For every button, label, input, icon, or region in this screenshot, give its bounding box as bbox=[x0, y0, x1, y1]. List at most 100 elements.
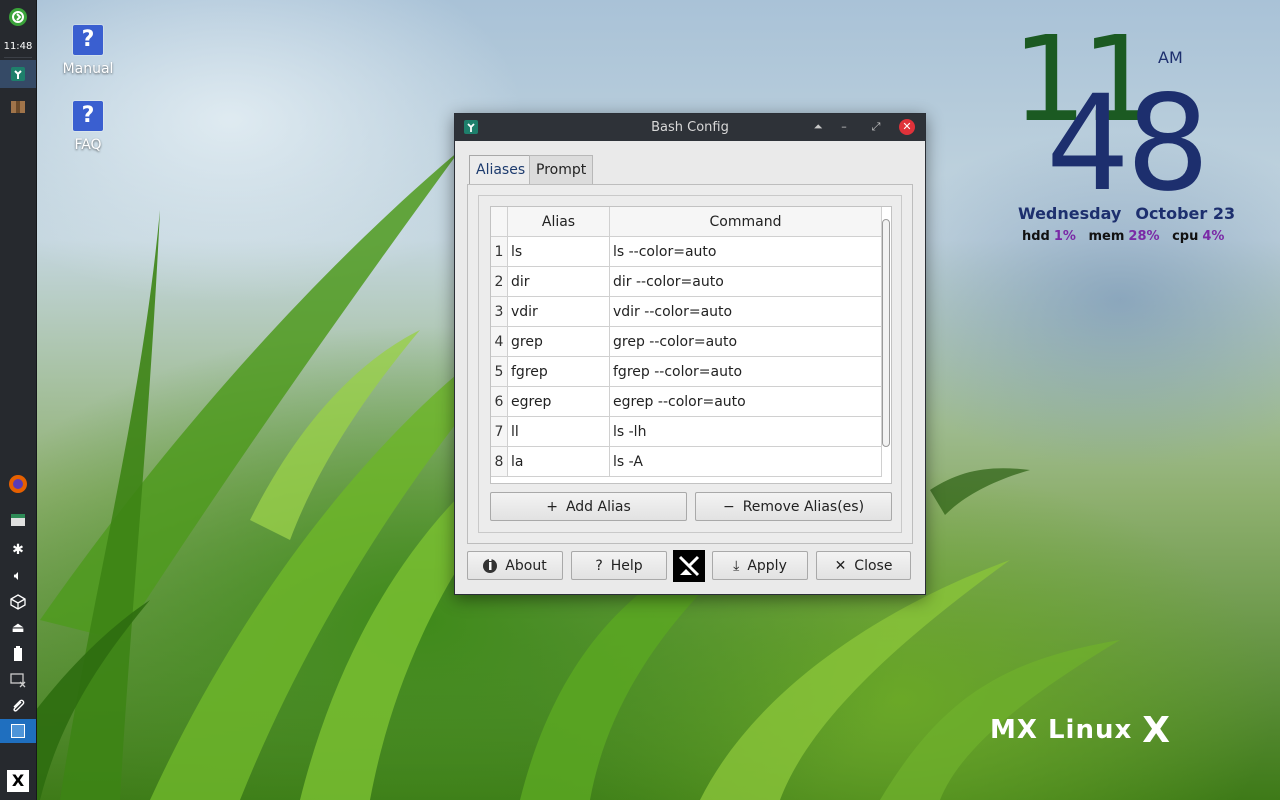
shade-button[interactable]: ⏶ bbox=[810, 119, 826, 135]
row-number: 8 bbox=[491, 446, 508, 477]
command-cell[interactable]: ls --color=auto bbox=[609, 236, 882, 267]
clock-weekday: Wednesday bbox=[1018, 204, 1122, 223]
command-cell[interactable]: ls -A bbox=[609, 446, 882, 477]
alias-cell[interactable]: ls bbox=[507, 236, 610, 267]
table-row[interactable]: 3 vdir vdir --color=auto bbox=[491, 296, 882, 327]
alias-cell[interactable]: grep bbox=[507, 326, 610, 357]
network-icon[interactable] bbox=[0, 667, 36, 693]
row-number: 3 bbox=[491, 296, 508, 327]
aliases-table[interactable]: Alias Command 1 ls ls --color=auto 2 dir dir… bbox=[490, 206, 892, 484]
bash-config-window: Bash Config ⏶ – ⤢ ✕ Aliases Prompt Alias… bbox=[454, 113, 926, 595]
stat-label: mem bbox=[1088, 229, 1125, 244]
download-icon: ⤓ bbox=[733, 557, 740, 574]
command-cell[interactable]: ls -lh bbox=[609, 416, 882, 447]
mx-logo-icon bbox=[673, 550, 705, 582]
table-row[interactable]: 4 grep grep --color=auto bbox=[491, 326, 882, 357]
mx-linux-logo: MX Linux X bbox=[990, 710, 1171, 751]
plus-icon: + bbox=[546, 498, 558, 515]
alias-cell[interactable]: fgrep bbox=[507, 356, 610, 387]
panel-separator bbox=[4, 57, 32, 58]
desktop-icon-manual[interactable]: ? Manual bbox=[48, 25, 128, 77]
app-menu-icon[interactable] bbox=[0, 4, 36, 30]
firefox-icon[interactable] bbox=[0, 471, 36, 497]
aliases-group: Alias Command 1 ls ls --color=auto 2 dir dir… bbox=[478, 195, 902, 533]
command-cell[interactable]: vdir --color=auto bbox=[609, 296, 882, 327]
alias-cell[interactable]: egrep bbox=[507, 386, 610, 417]
updater-icon[interactable] bbox=[0, 589, 36, 615]
row-number: 2 bbox=[491, 266, 508, 297]
maximize-button[interactable]: ⤢ bbox=[868, 119, 884, 135]
command-cell[interactable]: grep --color=auto bbox=[609, 326, 882, 357]
alias-cell[interactable]: ll bbox=[507, 416, 610, 447]
stat-value: 1% bbox=[1053, 229, 1076, 244]
panel-clock[interactable]: 11:48 bbox=[0, 33, 36, 59]
clock-monthday: October 23 bbox=[1135, 204, 1236, 223]
minus-icon: − bbox=[722, 498, 735, 515]
close-button[interactable]: ✕ Close bbox=[816, 551, 911, 580]
table-row[interactable]: 6 egrep egrep --color=auto bbox=[491, 386, 882, 417]
window-titlebar[interactable]: Bash Config ⏶ – ⤢ ✕ bbox=[455, 114, 925, 141]
command-cell[interactable]: fgrep --color=auto bbox=[609, 356, 882, 387]
close-label: Close bbox=[854, 557, 893, 574]
bluetooth-icon[interactable]: ✱ bbox=[0, 537, 36, 563]
row-number-header bbox=[491, 207, 508, 237]
close-icon: ✕ bbox=[834, 557, 847, 574]
command-cell[interactable]: dir --color=auto bbox=[609, 266, 882, 297]
stat-label: cpu bbox=[1172, 229, 1199, 244]
alias-cell[interactable]: vdir bbox=[507, 296, 610, 327]
table-header-row: Alias Command bbox=[491, 207, 882, 237]
desktop-icon-label: FAQ bbox=[74, 137, 102, 153]
question-icon: ? bbox=[595, 557, 603, 574]
remove-alias-label: Remove Alias(es) bbox=[742, 498, 865, 515]
table-row[interactable]: 5 fgrep fgrep --color=auto bbox=[491, 356, 882, 387]
tab-aliases[interactable]: Aliases bbox=[469, 155, 533, 184]
scrollbar-thumb[interactable] bbox=[882, 219, 890, 447]
volume-icon[interactable]: 🔈︎ bbox=[0, 563, 36, 589]
desktop-icon-label: Manual bbox=[62, 61, 114, 77]
row-number: 6 bbox=[491, 386, 508, 417]
file-manager-icon[interactable] bbox=[0, 507, 36, 533]
left-panel: 11:48 ✱ 🔈︎ ⏏ X bbox=[0, 0, 37, 800]
alias-cell[interactable]: dir bbox=[507, 266, 610, 297]
table-row[interactable]: 2 dir dir --color=auto bbox=[491, 266, 882, 297]
help-icon: ? bbox=[73, 25, 103, 55]
window-title: Bash Config bbox=[651, 120, 729, 135]
table-row[interactable]: 8 la ls -A bbox=[491, 446, 882, 477]
window-close-button[interactable]: ✕ bbox=[899, 119, 915, 135]
table-scrollbar[interactable] bbox=[881, 209, 890, 479]
desktop-icon-faq[interactable]: ? FAQ bbox=[48, 101, 128, 153]
help-button[interactable]: ? Help bbox=[571, 551, 667, 580]
clock-ampm: AM bbox=[1158, 48, 1183, 67]
clock-date: Wednesday October 23 bbox=[1018, 204, 1235, 223]
row-number: 1 bbox=[491, 236, 508, 267]
row-number: 4 bbox=[491, 326, 508, 357]
row-number: 5 bbox=[491, 356, 508, 387]
desktop: 11:48 ✱ 🔈︎ ⏏ X ? Manual ? FAQ 11 48 AM W… bbox=[0, 0, 1280, 800]
column-header-alias[interactable]: Alias bbox=[507, 207, 610, 237]
remove-alias-button[interactable]: − Remove Alias(es) bbox=[695, 492, 892, 521]
command-cell[interactable]: egrep --color=auto bbox=[609, 386, 882, 417]
minimize-button[interactable]: – bbox=[836, 119, 852, 135]
tab-prompt[interactable]: Prompt bbox=[529, 155, 594, 184]
mx-logo-panel-icon[interactable]: X bbox=[0, 768, 36, 794]
add-alias-label: Add Alias bbox=[565, 498, 631, 515]
battery-icon[interactable] bbox=[0, 641, 36, 667]
clipboard-icon[interactable] bbox=[0, 693, 36, 719]
system-stats: hdd 1% mem 28% cpu 4% bbox=[1022, 229, 1232, 244]
about-button[interactable]: i About bbox=[467, 551, 563, 580]
add-alias-button[interactable]: + Add Alias bbox=[490, 492, 687, 521]
eject-icon[interactable]: ⏏ bbox=[0, 615, 36, 641]
table-row[interactable]: 1 ls ls --color=auto bbox=[491, 236, 882, 267]
column-header-command[interactable]: Command bbox=[609, 207, 882, 237]
mx-x-logo-icon: X bbox=[1142, 710, 1172, 751]
workspace-switcher[interactable] bbox=[0, 719, 36, 743]
row-number: 7 bbox=[491, 416, 508, 447]
apply-button[interactable]: ⤓ Apply bbox=[712, 551, 808, 580]
stat-value: 4% bbox=[1202, 229, 1225, 244]
table-row[interactable]: 7 ll ls -lh bbox=[491, 416, 882, 447]
aliases-tab-pane: Alias Command 1 ls ls --color=auto 2 dir dir… bbox=[467, 184, 913, 544]
taskbar-package-icon[interactable] bbox=[0, 94, 36, 120]
alias-cell[interactable]: la bbox=[507, 446, 610, 477]
info-icon: i bbox=[483, 558, 498, 573]
taskbar-bash-config-icon[interactable] bbox=[0, 60, 36, 88]
